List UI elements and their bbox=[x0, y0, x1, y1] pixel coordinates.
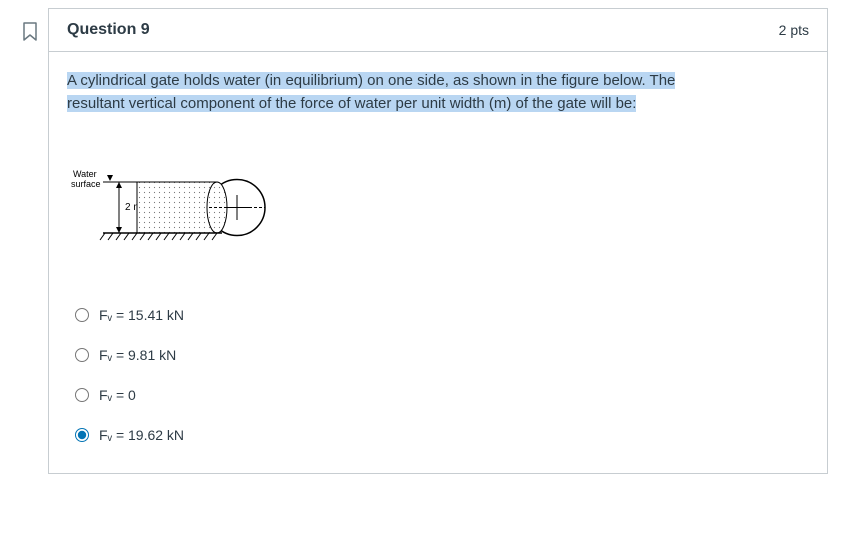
question-figure: Water surface 2 m bbox=[67, 155, 277, 255]
question-points: 2 pts bbox=[779, 22, 809, 38]
option-b-label: Fᵥ = 9.81 kN bbox=[99, 347, 176, 363]
question-body: A cylindrical gate holds water (in equil… bbox=[49, 52, 827, 473]
question-title: Question 9 bbox=[67, 21, 150, 39]
option-b[interactable]: Fᵥ = 9.81 kN bbox=[67, 335, 809, 375]
question-prompt: A cylindrical gate holds water (in equil… bbox=[67, 70, 809, 115]
option-d-radio[interactable] bbox=[75, 428, 89, 442]
option-a-radio[interactable] bbox=[75, 308, 89, 322]
option-a-label: Fᵥ = 15.41 kN bbox=[99, 307, 184, 323]
figure-label-surface: surface bbox=[71, 179, 101, 189]
option-d[interactable]: Fᵥ = 19.62 kN bbox=[67, 415, 809, 455]
option-a[interactable]: Fᵥ = 15.41 kN bbox=[67, 295, 809, 335]
option-d-label: Fᵥ = 19.62 kN bbox=[99, 427, 184, 443]
question-card: Question 9 2 pts A cylindrical gate hold… bbox=[48, 8, 828, 474]
question-header: Question 9 2 pts bbox=[49, 9, 827, 52]
option-b-radio[interactable] bbox=[75, 348, 89, 362]
option-c[interactable]: Fᵥ = 0 bbox=[67, 375, 809, 415]
answer-options: Fᵥ = 15.41 kN Fᵥ = 9.81 kN Fᵥ = 0 Fᵥ = 1… bbox=[67, 295, 809, 455]
bookmark-icon[interactable] bbox=[22, 22, 38, 42]
option-c-radio[interactable] bbox=[75, 388, 89, 402]
figure-label-water: Water bbox=[73, 169, 97, 179]
option-c-label: Fᵥ = 0 bbox=[99, 387, 136, 403]
